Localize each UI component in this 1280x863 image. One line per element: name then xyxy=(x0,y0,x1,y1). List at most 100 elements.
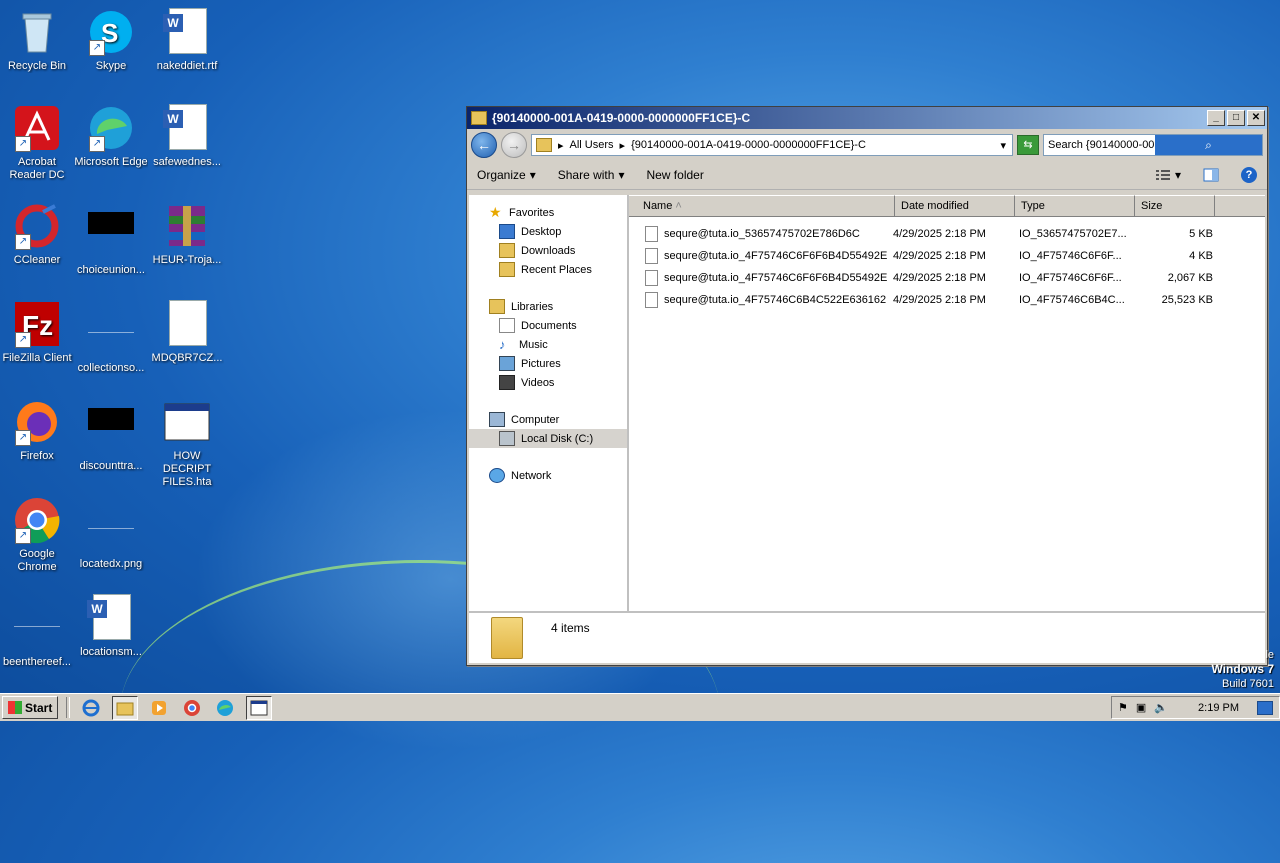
desktop-icon-skype[interactable]: S ↗ Skype xyxy=(74,8,148,73)
nav-computer[interactable]: Computer xyxy=(469,410,627,429)
search-placeholder: Search {90140000-001A-0419-0000-0... xyxy=(1048,139,1155,151)
column-header-date[interactable]: Date modified xyxy=(895,195,1015,217)
nav-network[interactable]: Network xyxy=(469,466,627,485)
desktop-icon-edge[interactable]: ↗ Microsoft Edge xyxy=(74,104,148,169)
start-button[interactable]: Start xyxy=(2,696,59,719)
desktop-icon-label: collectionso... xyxy=(77,362,145,374)
desktop-icon-discounttra[interactable]: discounttra... xyxy=(74,398,148,473)
desktop-icon-choiceunion[interactable]: choiceunion... xyxy=(74,202,148,277)
nav-libraries[interactable]: Libraries xyxy=(469,297,627,316)
refresh-icon[interactable]: ⇆ xyxy=(1017,135,1039,155)
desktop-icon-beenthereef[interactable]: beenthereef... xyxy=(0,594,74,669)
desktop-icon-acrobat[interactable]: ↗ Acrobat Reader DC xyxy=(0,104,74,182)
file-type: IO_53657475702E7... xyxy=(1019,228,1127,240)
desktop-icon-locatedx[interactable]: locatedx.png xyxy=(74,496,148,571)
nav-local-disk[interactable]: Local Disk (C:) xyxy=(469,429,627,448)
desktop-icon-nakeddiet[interactable]: W nakeddiet.rtf xyxy=(150,8,224,73)
new-folder-button[interactable]: New folder xyxy=(646,168,703,182)
file-row[interactable]: sequre@tuta.io_4F75746C6B4C522E636162 4/… xyxy=(629,289,1265,311)
file-name: sequre@tuta.io_4F75746C6F6F6B4D55492E... xyxy=(664,250,887,262)
desktop-icon-ccleaner[interactable]: ↗ CCleaner xyxy=(0,202,74,267)
nav-pictures[interactable]: Pictures xyxy=(469,354,627,373)
nav-favorites[interactable]: ★ Favorites xyxy=(469,203,627,222)
address-bar[interactable]: ▸ All Users ▸ {90140000-001A-0419-0000-0… xyxy=(531,134,1013,156)
forward-button[interactable]: → xyxy=(501,132,527,158)
word-document-icon: W xyxy=(87,594,135,642)
chevron-down-icon: ▾ xyxy=(1174,168,1181,182)
window-titlebar[interactable]: {90140000-001A-0419-0000-0000000FF1CE}-C… xyxy=(467,107,1267,129)
nav-desktop[interactable]: Desktop xyxy=(469,222,627,241)
winrar-archive-icon xyxy=(163,202,211,250)
file-type: IO_4F75746C6F6F... xyxy=(1019,250,1122,262)
breadcrumb-all-users[interactable]: All Users xyxy=(570,139,614,151)
command-bar: Organize ▾ Share with ▾ New folder ▾ ? xyxy=(467,161,1267,190)
chrome-taskbar-icon[interactable] xyxy=(180,697,204,719)
ccleaner-icon: ↗ xyxy=(13,202,61,250)
chevron-down-icon[interactable]: ▾ xyxy=(1000,139,1012,152)
desktop-icon-heur-troja[interactable]: HEUR-Troja... xyxy=(150,202,224,267)
search-input[interactable]: Search {90140000-001A-0419-0000-0... ⌕ xyxy=(1043,134,1263,156)
firefox-icon: ↗ xyxy=(13,398,61,446)
search-icon[interactable]: ⌕ xyxy=(1155,135,1262,155)
desktop-icon-label: beenthereef... xyxy=(3,656,71,668)
desktop-icon-collectionso[interactable]: collectionso... xyxy=(74,300,148,375)
nav-downloads[interactable]: Downloads xyxy=(469,241,627,260)
help-icon[interactable]: ? xyxy=(1241,167,1257,183)
nav-music[interactable]: ♪ Music xyxy=(469,335,627,354)
desktop-icon-label: locatedx.png xyxy=(79,558,143,570)
desktop-icon-firefox[interactable]: ↗ Firefox xyxy=(0,398,74,463)
file-icon xyxy=(645,248,658,264)
close-button[interactable]: ✕ xyxy=(1247,110,1265,126)
breadcrumb-current-folder[interactable]: {90140000-001A-0419-0000-0000000FF1CE}-C xyxy=(631,139,994,151)
windows-flag-icon xyxy=(8,701,22,714)
desktop-icon-chrome[interactable]: ↗ Google Chrome xyxy=(0,496,74,574)
back-button[interactable]: ← xyxy=(471,132,497,158)
action-center-flag-icon[interactable]: ⚑ xyxy=(1118,701,1128,714)
nav-videos[interactable]: Videos xyxy=(469,373,627,392)
edge-taskbar-icon[interactable] xyxy=(213,697,237,719)
column-header-type[interactable]: Type xyxy=(1015,195,1135,217)
network-tray-icon[interactable]: ▣ xyxy=(1136,701,1146,714)
share-with-button[interactable]: Share with ▾ xyxy=(558,168,625,182)
file-type: IO_4F75746C6F6F... xyxy=(1019,272,1122,284)
desktop-icon-label: choiceunion... xyxy=(77,264,145,276)
desktop-icon-mdqbr7cz[interactable]: MDQBR7CZ... xyxy=(150,300,224,365)
blank-file-icon xyxy=(13,604,61,652)
organize-button[interactable]: Organize ▾ xyxy=(477,168,536,182)
desktop-icon-label: safewednes... xyxy=(153,156,221,168)
nav-documents[interactable]: Documents xyxy=(469,316,627,335)
hta-taskbar-icon[interactable] xyxy=(246,695,273,720)
minimize-button[interactable]: _ xyxy=(1207,110,1225,126)
hta-window-icon xyxy=(163,398,211,446)
desktop-icon-locationsm[interactable]: W locationsm... xyxy=(74,594,148,659)
navigation-pane: ★ Favorites Desktop Downloads Recent Plac… xyxy=(469,195,629,611)
show-desktop-icon[interactable] xyxy=(1257,700,1273,715)
desktop-icon-label: Skype xyxy=(95,60,127,72)
media-player-icon[interactable] xyxy=(147,697,171,719)
desktop-icon-recycle-bin[interactable]: Recycle Bin xyxy=(0,8,74,73)
explorer-taskbar-icon[interactable] xyxy=(112,695,139,720)
maximize-button[interactable]: □ xyxy=(1227,110,1245,126)
file-row[interactable]: sequre@tuta.io_53657475702E786D6C 4/29/2… xyxy=(629,223,1265,245)
taskbar: Start ⚑ ▣ 🔈 2:19 PM xyxy=(0,693,1280,721)
folder-icon xyxy=(471,111,487,125)
libraries-icon xyxy=(489,299,505,314)
drive-icon xyxy=(499,431,515,446)
recent-places-icon xyxy=(499,262,515,277)
internet-explorer-icon[interactable] xyxy=(79,697,103,719)
column-header-size[interactable]: Size xyxy=(1135,195,1215,217)
chevron-right-icon: ▸ xyxy=(619,139,626,152)
desktop-icon-safewednes[interactable]: W safewednes... xyxy=(150,104,224,169)
desktop-icon-label: HEUR-Troja... xyxy=(152,254,222,266)
desktop-icon-how-decript[interactable]: HOW DECRIPT FILES.hta xyxy=(150,398,224,489)
preview-pane-icon[interactable] xyxy=(1203,168,1219,182)
file-name: sequre@tuta.io_53657475702E786D6C xyxy=(664,228,860,240)
view-options-button[interactable]: ▾ xyxy=(1155,168,1181,182)
column-header-name[interactable]: Name ˄ xyxy=(629,195,895,217)
volume-icon[interactable]: 🔈 xyxy=(1154,701,1168,714)
desktop-icon-filezilla[interactable]: Fz ↗ FileZilla Client xyxy=(0,300,74,365)
nav-recent-places[interactable]: Recent Places xyxy=(469,260,627,279)
clock[interactable]: 2:19 PM xyxy=(1198,702,1239,714)
file-row[interactable]: sequre@tuta.io_4F75746C6F6F6B4D55492E...… xyxy=(629,245,1265,267)
file-row[interactable]: sequre@tuta.io_4F75746C6F6F6B4D55492E...… xyxy=(629,267,1265,289)
